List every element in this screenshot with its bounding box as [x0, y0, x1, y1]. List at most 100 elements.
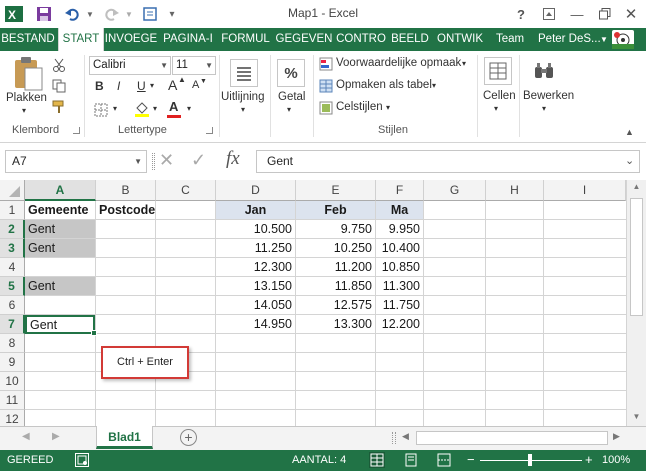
font-name-dropdown-icon[interactable]: ▼ [160, 57, 168, 74]
user-name[interactable]: Peter DeS... [538, 28, 601, 51]
conditional-formatting-button[interactable]: Voorwaardelijke opmaak [336, 57, 461, 69]
cell-a3[interactable]: Gent [25, 239, 96, 258]
vertical-scrollbar[interactable]: ▲ ▼ [626, 180, 646, 428]
conditional-formatting-dropdown-icon[interactable]: ▾ [462, 59, 466, 68]
underline-button[interactable]: U [137, 79, 146, 93]
cell-e3[interactable]: 10.250 [296, 239, 376, 258]
tab-formules[interactable]: FORMUL [218, 28, 273, 51]
user-dropdown-icon[interactable]: ▼ [600, 28, 608, 51]
tab-beeld[interactable]: BEELD [389, 28, 431, 51]
column-header-g[interactable]: G [424, 180, 486, 201]
font-color-dropdown-icon[interactable]: ▾ [187, 104, 191, 113]
cell-d4[interactable]: 12.300 [216, 258, 296, 277]
row-header[interactable]: 10 [0, 372, 25, 391]
close-icon[interactable]: ✕ [620, 4, 642, 24]
cell-f6[interactable]: 11.750 [376, 296, 424, 315]
cell-e7[interactable]: 13.300 [296, 315, 376, 334]
formula-input[interactable]: Gent [256, 150, 640, 173]
column-header-i[interactable]: I [544, 180, 626, 201]
tab-start[interactable]: START [58, 28, 104, 51]
font-launcher-icon[interactable] [206, 127, 213, 134]
scroll-down-icon[interactable]: ▼ [627, 412, 646, 421]
format-as-table-dropdown-icon[interactable]: ▾ [432, 81, 436, 90]
editing-button[interactable]: Bewerken [523, 90, 574, 102]
cell-styles-dropdown-icon[interactable]: ▾ [386, 103, 390, 112]
format-as-table-button[interactable]: Opmaken als tabel [336, 79, 432, 91]
cell-f1[interactable]: Ma [376, 201, 424, 220]
underline-dropdown-icon[interactable]: ▾ [150, 81, 154, 90]
cell-styles-icon[interactable] [318, 100, 334, 116]
insert-function-icon[interactable]: fx [226, 148, 240, 170]
scroll-left-icon[interactable]: ◀ [402, 431, 409, 442]
grow-font-button[interactable]: A [168, 77, 177, 93]
format-as-table-icon[interactable] [318, 78, 334, 94]
borders-icon[interactable] [92, 102, 110, 118]
scroll-right-icon[interactable]: ▶ [613, 431, 620, 442]
cell-d1[interactable]: Jan [216, 201, 296, 220]
vertical-scroll-thumb[interactable] [630, 198, 643, 316]
cell-a5[interactable]: Gent [25, 277, 96, 296]
enter-icon[interactable]: ✓ [191, 150, 206, 171]
cells-dropdown-icon[interactable]: ▾ [494, 104, 498, 113]
cell-a2[interactable]: Gent [25, 220, 96, 239]
minimize-icon[interactable]: — [566, 4, 588, 24]
cell-b1[interactable]: Postcode [96, 201, 156, 220]
cell-e6[interactable]: 12.575 [296, 296, 376, 315]
cell-a6[interactable] [25, 296, 96, 315]
tab-pagina-indeling[interactable]: PAGINA-I [160, 28, 216, 51]
cell-f2[interactable]: 9.950 [376, 220, 424, 239]
fill-color-icon[interactable] [132, 100, 152, 118]
number-button[interactable]: Getal [278, 91, 306, 103]
tab-bestand[interactable]: BESTAND [0, 28, 56, 51]
cell-a4[interactable] [25, 258, 96, 277]
copy-icon[interactable] [50, 77, 68, 95]
cell-e5[interactable]: 11.850 [296, 277, 376, 296]
shrink-font-button[interactable]: A [192, 79, 199, 91]
ribbon-display-icon[interactable] [538, 4, 560, 24]
cells-icon[interactable] [484, 57, 512, 85]
column-header-d[interactable]: D [216, 180, 296, 201]
cell-a1[interactable]: Gemeente [25, 201, 96, 220]
worksheet-grid[interactable]: A B C D E F G H I 1 2 3 4 5 6 7 8 9 10 1… [0, 180, 646, 428]
column-header-b[interactable]: B [96, 180, 156, 201]
cell-f4[interactable]: 10.850 [376, 258, 424, 277]
row-header[interactable]: 9 [0, 353, 25, 372]
cell-d2[interactable]: 10.500 [216, 220, 296, 239]
tab-split-grip[interactable] [392, 432, 396, 444]
borders-dropdown-icon[interactable]: ▾ [113, 104, 117, 113]
cancel-icon[interactable]: ✕ [159, 150, 174, 171]
font-name-combo[interactable]: Calibri ▼ [89, 56, 171, 75]
row-header[interactable]: 1 [0, 201, 25, 220]
cell-f5[interactable]: 11.300 [376, 277, 424, 296]
cell-d7[interactable]: 14.950 [216, 315, 296, 334]
font-size-combo[interactable]: 11 ▼ [172, 56, 216, 75]
select-all-button[interactable] [0, 180, 25, 201]
tab-team[interactable]: Team [490, 28, 530, 51]
paste-dropdown-icon[interactable]: ▾ [22, 106, 26, 115]
cell-e2[interactable]: 9.750 [296, 220, 376, 239]
cell-a7-active[interactable]: Gent [25, 315, 95, 334]
alignment-button[interactable]: Uitlijning [221, 91, 264, 103]
sheet-tab-blad1[interactable]: Blad1 [96, 426, 153, 449]
cell-d5[interactable]: 13.150 [216, 277, 296, 296]
alignment-dropdown-icon[interactable]: ▾ [241, 105, 245, 114]
alignment-icon[interactable] [230, 59, 258, 87]
zoom-out-icon[interactable]: − [467, 452, 475, 467]
expand-formula-bar-icon[interactable]: ⌄ [625, 154, 634, 167]
row-header[interactable]: 4 [0, 258, 25, 277]
row-header[interactable]: 7 [0, 315, 25, 334]
binoculars-icon[interactable] [530, 57, 558, 85]
conditional-formatting-icon[interactable] [318, 56, 334, 72]
horizontal-scroll-thumb[interactable] [416, 431, 608, 445]
scroll-up-icon[interactable]: ▲ [627, 182, 646, 191]
help-icon[interactable]: ? [510, 4, 532, 24]
page-break-view-icon[interactable] [436, 452, 452, 468]
fill-handle[interactable] [91, 330, 97, 336]
format-painter-icon[interactable] [50, 98, 68, 116]
column-header-f[interactable]: F [376, 180, 424, 201]
cut-icon[interactable] [50, 56, 68, 74]
avatar[interactable] [612, 30, 634, 49]
zoom-in-icon[interactable]: + [585, 452, 593, 467]
cell-e1[interactable]: Feb [296, 201, 376, 220]
cell-f3[interactable]: 10.400 [376, 239, 424, 258]
